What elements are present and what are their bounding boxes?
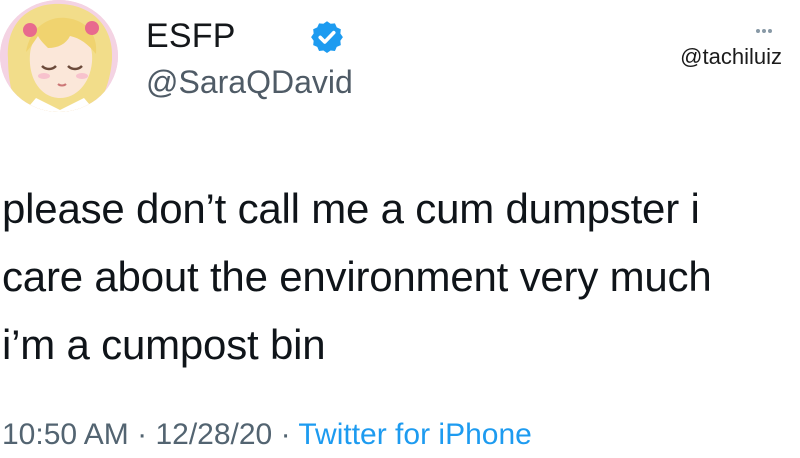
watermark-handle: @tachiluiz [680, 44, 782, 69]
tweet-text: please don’t call me a cum dumpster i ca… [2, 175, 794, 379]
tweet-text-line: care about the environment very much [2, 253, 712, 300]
display-name[interactable]: ESFP [146, 17, 236, 56]
tweet-card: ESFP @SaraQDavid @tachiluiz please don’t… [0, 0, 800, 458]
display-name-row[interactable]: ESFP [146, 14, 236, 58]
verified-badge-icon [311, 21, 343, 54]
tweet-text-line: please don’t call me a cum dumpster i [2, 185, 700, 232]
tweet-metadata: 10:50 AM · 12/28/20 · Twitter for iPhone [2, 418, 532, 452]
tweet-source[interactable]: Twitter for iPhone [298, 418, 531, 451]
meta-separator: · [137, 418, 148, 451]
tweet-time[interactable]: 10:50 AM [2, 418, 129, 451]
tweet-text-line: i’m a cumpost bin [2, 321, 326, 368]
user-handle[interactable]: @SaraQDavid [146, 64, 353, 101]
avatar[interactable] [0, 0, 118, 112]
meta-separator: · [280, 418, 291, 451]
avatar-image [0, 0, 118, 112]
more-options-icon[interactable] [744, 26, 784, 36]
tweet-date[interactable]: 12/28/20 [155, 418, 272, 451]
